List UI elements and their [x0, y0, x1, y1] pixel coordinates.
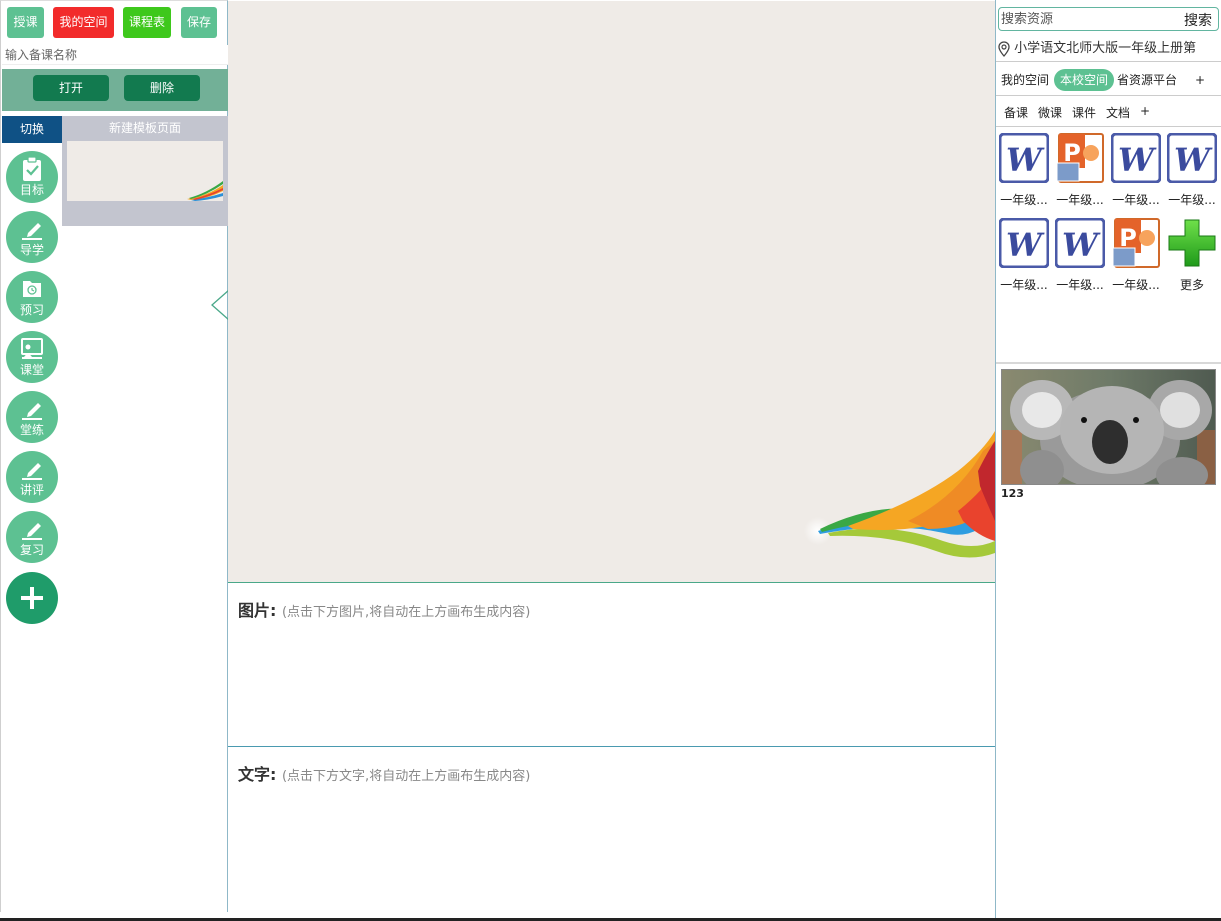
resource-file[interactable]: W 一年级... — [1110, 132, 1162, 208]
svg-text:W: W — [1174, 141, 1213, 179]
template-title: 新建模板页面 — [108, 121, 181, 135]
resource-type-tabs: 备课 微课 课件 文档 + — [996, 96, 1221, 127]
file-name: 一年级... — [1000, 278, 1048, 292]
image-caption: 123 — [1001, 487, 1024, 500]
search-input[interactable] — [1001, 10, 1161, 28]
word-doc-icon: W — [1054, 217, 1106, 269]
tab-courseware[interactable]: 课件 — [1072, 104, 1096, 121]
more-resources-button[interactable]: 更多 — [1166, 218, 1218, 293]
step-review-comment[interactable]: 讲评 — [6, 451, 58, 503]
svg-text:W: W — [1006, 226, 1045, 264]
delete-button[interactable]: 删除 — [124, 75, 200, 101]
my-space-button[interactable]: 我的空间 — [53, 7, 114, 38]
classroom-board-icon — [21, 338, 43, 359]
file-name: 一年级... — [1056, 278, 1104, 292]
image-section: 图片: (点击下方图片,将自动在上方画布生成内容) — [228, 582, 995, 747]
ppt-doc-icon: P — [1056, 133, 1104, 183]
divider — [996, 362, 1221, 364]
step-practice[interactable]: 堂练 — [6, 391, 58, 443]
pen-edit-icon — [22, 223, 42, 240]
app-root: 授课 我的空间 课程表 保存 打开 删除 切换 新建模板页面 — [0, 0, 1221, 921]
step-label: 讲评 — [19, 483, 44, 497]
step-label: 预习 — [19, 303, 44, 317]
lesson-name-input[interactable] — [2, 45, 228, 65]
svg-text:W: W — [1006, 141, 1045, 179]
resource-file[interactable]: P 一年级... — [1110, 218, 1162, 293]
ribbon-decoration — [804, 431, 995, 558]
step-label: 课堂 — [19, 363, 44, 377]
pen-edit-icon — [22, 403, 42, 420]
text-title: 文字: — [238, 765, 277, 784]
left-panel: 授课 我的空间 课程表 保存 打开 删除 切换 新建模板页面 — [0, 0, 230, 912]
pen-edit-icon — [22, 523, 42, 540]
tab-lesson-prep[interactable]: 备课 — [1004, 104, 1028, 121]
tab-school-space[interactable]: 本校空间 — [1054, 69, 1115, 91]
step-label: 导学 — [19, 243, 44, 257]
clipboard-check-icon — [23, 157, 41, 181]
right-panel: 搜索 小学语文北师大版一年级上册第 我的空间 本校空间 省资源平台 + 备课 微… — [995, 0, 1221, 921]
step-classroom[interactable]: 课堂 — [6, 331, 58, 383]
step-label: 堂练 — [19, 423, 44, 437]
slide-canvas[interactable] — [228, 1, 995, 582]
file-name: 一年级... — [1000, 193, 1048, 207]
open-button[interactable]: 打开 — [33, 75, 109, 101]
resource-file[interactable]: W 一年级... — [1166, 132, 1218, 208]
image-hint: (点击下方图片,将自动在上方画布生成内容) — [281, 605, 531, 620]
resource-file[interactable]: W 一年级... — [998, 217, 1050, 293]
history-folder-icon — [23, 281, 41, 297]
svg-text:W: W — [1062, 226, 1101, 264]
tab-micro-course[interactable]: 微课 — [1038, 104, 1062, 121]
text-section: 文字: (点击下方文字,将自动在上方画布生成内容) — [228, 747, 995, 912]
plus-icon — [21, 587, 43, 609]
file-name: 一年级... — [1112, 193, 1160, 207]
text-hint: (点击下方文字,将自动在上方画布生成内容) — [281, 769, 531, 784]
resource-file[interactable]: W 一年级... — [1054, 217, 1106, 293]
resource-file[interactable]: W 一年级... — [998, 132, 1050, 208]
step-label: 复习 — [19, 543, 44, 557]
resource-file[interactable]: P 一年级... — [1054, 133, 1106, 208]
switch-tab[interactable]: 切换 — [2, 116, 62, 143]
step-revision[interactable]: 复习 — [6, 511, 58, 563]
file-name: 一年级... — [1112, 278, 1160, 292]
step-preview[interactable]: 预习 — [6, 271, 58, 323]
location-breadcrumb[interactable]: 小学语文北师大版一年级上册第 — [998, 37, 1196, 57]
file-name: 一年级... — [1168, 193, 1216, 207]
image-title: 图片: — [238, 601, 277, 620]
step-goal[interactable]: 目标 — [6, 151, 58, 203]
collapse-left-icon[interactable] — [210, 289, 230, 321]
add-space-tab-button[interactable]: + — [1195, 69, 1205, 91]
operation-bar: 打开 删除 — [2, 69, 228, 111]
step-guide[interactable]: 导学 — [6, 211, 58, 263]
tab-province-platform[interactable]: 省资源平台 — [1117, 69, 1177, 91]
pen-edit-icon — [22, 463, 42, 480]
add-type-tab-button[interactable]: + — [1140, 104, 1150, 118]
search-box: 搜索 — [998, 7, 1219, 31]
search-button[interactable]: 搜索 — [1184, 10, 1212, 30]
word-doc-icon: W — [1110, 132, 1162, 184]
location-text: 小学语文北师大版一年级上册第 — [1014, 41, 1197, 56]
space-tabs: 我的空间 本校空间 省资源平台 + — [996, 61, 1221, 96]
file-name: 一年级... — [1056, 193, 1104, 207]
word-doc-icon: W — [1166, 132, 1218, 184]
location-pin-icon — [998, 40, 1010, 57]
ppt-doc-icon: P — [1112, 218, 1160, 268]
file-name: 更多 — [1179, 278, 1204, 292]
schedule-button[interactable]: 课程表 — [123, 7, 171, 38]
tab-documents[interactable]: 文档 — [1106, 104, 1130, 121]
add-step-button[interactable] — [6, 572, 58, 624]
svg-text:W: W — [1118, 141, 1157, 179]
template-thumbnail[interactable] — [67, 141, 223, 201]
word-doc-icon: W — [998, 132, 1050, 184]
template-panel: 新建模板页面 — [62, 116, 228, 226]
koala-image[interactable] — [1001, 369, 1216, 485]
word-doc-icon: W — [998, 217, 1050, 269]
image-section-title: 图片: (点击下方图片,将自动在上方画布生成内容) — [238, 597, 530, 621]
teach-button[interactable]: 授课 — [7, 7, 44, 38]
step-label: 目标 — [19, 183, 44, 197]
green-plus-icon — [1168, 219, 1216, 267]
tab-my-space[interactable]: 我的空间 — [1001, 69, 1049, 91]
save-button[interactable]: 保存 — [181, 7, 217, 38]
text-section-title: 文字: (点击下方文字,将自动在上方画布生成内容) — [238, 761, 530, 785]
